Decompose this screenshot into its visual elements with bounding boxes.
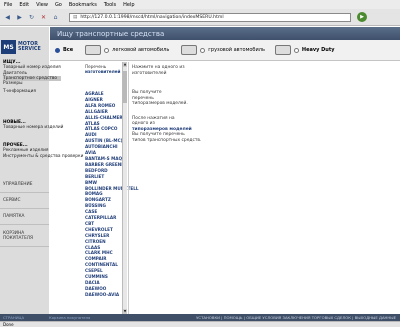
address-bar[interactable]: ▤ http://127.0.0.1:1998/mscd/html/naviga… (69, 12, 351, 22)
sidebar-item-tools[interactable]: Инструменты & средства проверки (3, 154, 83, 159)
sidebar-section-service[interactable]: СЕРВИС (0, 193, 49, 209)
radio-car-icon[interactable] (104, 47, 110, 53)
menu-help[interactable]: Help (123, 2, 134, 8)
motor-service-logo[interactable]: MS MOTOR SERVICE (1, 39, 49, 55)
menu-edit[interactable]: Edit (19, 2, 29, 8)
footer-cart-link[interactable]: Корзина покупателя (49, 315, 129, 320)
sidebar-section-management[interactable]: УПРАВЛЕНИЕ (0, 177, 49, 193)
sidebar-item-t-info[interactable]: Т-информация (3, 89, 61, 94)
page-icon: ▤ (73, 14, 78, 20)
info-hint: Нажмите на одного из изготовителей (132, 65, 185, 76)
sidebar-item-dimensions[interactable]: Размеры (3, 81, 61, 86)
manufacturer-list-heading: Перечень изготовителей (85, 64, 121, 74)
browser-window: File Edit View Go Bookmarks Tools Help ◀… (0, 0, 400, 327)
manufacturer-list: Перечень изготовителей AGRALE AIGNER ALFA … (85, 62, 139, 314)
info-paragraph-2: После нажатия на одного из типоразмеров … (132, 115, 202, 143)
scroll-up-icon[interactable]: ▲ (123, 62, 127, 67)
footer-bar: СТРАНИЦА Корзина покупателя УСТАНОВКИ | … (0, 314, 400, 321)
radio-all-icon[interactable] (55, 47, 60, 53)
logo-text: MOTOR SERVICE (18, 42, 41, 52)
home-icon[interactable]: ⌂ (51, 13, 60, 22)
manufacturer-item[interactable]: ALLIS-CHALMERS (85, 115, 126, 121)
manufacturer-item[interactable]: BANTAM-S MAQ (85, 156, 122, 162)
address-text: http://127.0.0.1:1998/mscd/html/navigati… (80, 14, 224, 20)
manufacturer-item[interactable]: DAEWOO-AVIA (85, 292, 122, 298)
truck-icon (181, 45, 198, 55)
forward-icon[interactable]: ▶ (15, 13, 24, 22)
stop-icon[interactable]: ✕ (39, 13, 48, 22)
sidebar-item-part-number[interactable]: Товарный номер изделия (3, 65, 61, 70)
tab-truck[interactable]: грузовой автомобиль (181, 45, 265, 55)
manufacturer-items: AGRALE AIGNER ALFA ROMEO ALLGAIER ALLIS-CHAL… (85, 91, 139, 298)
footer-links[interactable]: УСТАНОВКИ | ПОМОЩЬ | ОБЩИЕ УСЛОВИЯ ЗАКЛЮ… (129, 315, 400, 320)
radio-truck-icon[interactable] (200, 47, 206, 53)
radio-heavy-icon[interactable] (293, 47, 299, 53)
footer-page: СТРАНИЦА (3, 315, 25, 320)
manufacturer-item[interactable]: BARBER GREENE (85, 162, 124, 168)
menu-bar: File Edit View Go Bookmarks Tools Help (0, 0, 400, 9)
back-icon[interactable]: ◀ (3, 13, 12, 22)
search-menu: ИЩУ... Товарный номер изделия Двигатель … (3, 60, 61, 95)
vehicle-type-tabs: Все легковой автомобиль грузовой автомоб… (50, 40, 400, 61)
info-paragraph-1: Вы получите перечень типоразмеров моделе… (132, 90, 188, 106)
go-button[interactable]: ▶ (357, 12, 367, 22)
car-icon (85, 45, 102, 55)
navigation-toolbar: ◀ ▶ ↻ ✕ ⌂ ▤ http://127.0.0.1:1998/mscd/h… (0, 9, 400, 26)
menu-bookmarks[interactable]: Bookmarks (69, 2, 97, 8)
tab-car[interactable]: легковой автомобиль (85, 45, 169, 55)
sidebar-item-new-parts[interactable]: Товарные номера изделий (3, 125, 63, 130)
sidebar-section-cart[interactable]: КОРЗИНА ПОКУПАТЕЛЯ (0, 225, 49, 247)
menu-go[interactable]: Go (55, 2, 62, 8)
info-panel: Нажмите на одного из изготовителей Вы по… (128, 62, 220, 314)
tab-heavy-duty[interactable]: Heavy Duty (274, 45, 335, 55)
menu-tools[interactable]: Tools (104, 2, 116, 8)
new-menu: НОВЫЕ... Товарные номера изделий (3, 120, 63, 131)
page-title: Ищу транспортные средства (50, 27, 400, 40)
status-bar: Done (0, 321, 400, 327)
manufacturer-scrollbar[interactable]: ▲ ▼ (122, 62, 127, 314)
other-menu: ПРОЧЕЕ... Рекламные изделия Инструменты … (3, 143, 83, 159)
menu-view[interactable]: View (36, 2, 48, 8)
tab-all[interactable]: Все (55, 47, 73, 53)
logo-mark: MS (1, 40, 16, 54)
menu-file[interactable]: File (4, 2, 12, 8)
sidebar-section-memo[interactable]: ПАМЯТКА (0, 209, 49, 225)
reload-icon[interactable]: ↻ (27, 13, 36, 22)
heavy-duty-icon (274, 45, 291, 55)
scroll-thumb[interactable] (123, 71, 127, 103)
